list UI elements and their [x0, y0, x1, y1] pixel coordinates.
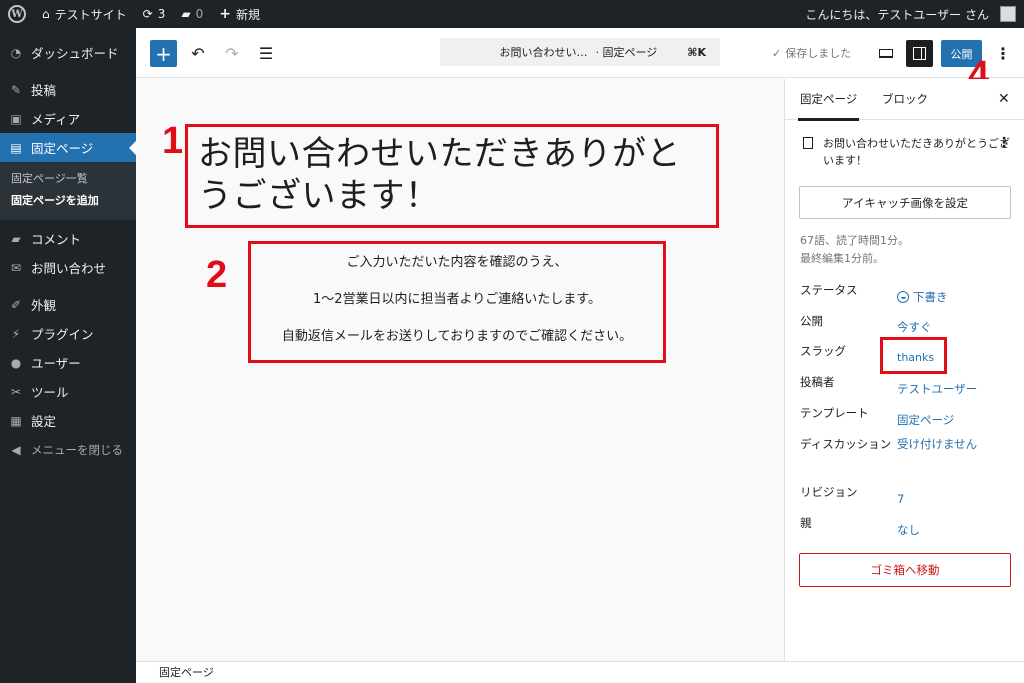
undo-icon: ↶ [191, 44, 205, 63]
sidebar-item-plugins[interactable]: ⚡ プラグイン [0, 319, 136, 348]
row-status: ステータス 下書き [800, 281, 1015, 312]
document-overview-button[interactable]: ☰ [254, 40, 278, 67]
breadcrumb[interactable]: 固定ページ [159, 666, 214, 679]
status-value-button[interactable]: 下書き [897, 281, 948, 312]
tab-page[interactable]: 固定ページ [797, 79, 860, 121]
preview-button[interactable] [874, 40, 898, 67]
paragraph-block[interactable]: ご入力いただいた内容を確認のうえ、 1〜2営業日以内に担当者よりご連絡いたします… [248, 241, 666, 363]
submenu-all-pages[interactable]: 固定ページ一覧 [0, 168, 136, 190]
plus-icon: + [219, 6, 231, 22]
close-panel-button[interactable]: ✕ [998, 79, 1010, 120]
wordpress-logo-button[interactable]: W [0, 0, 34, 28]
admin-bar: W ⌂ テストサイト ⟳ 3 ▰ 0 + 新規 こんにちは、テストユーザー さん [0, 0, 1024, 28]
vertical-ellipsis-icon: ⋮ [997, 135, 1011, 151]
options-menu-button[interactable]: ⋮ [994, 40, 1012, 67]
pages-submenu: 固定ページ一覧 固定ページを追加 [0, 162, 136, 220]
updates-link[interactable]: ⟳ 3 [135, 0, 174, 28]
new-content-link[interactable]: + 新規 [211, 0, 268, 28]
collapse-menu-button[interactable]: ◀ メニューを閉じる [0, 435, 136, 464]
wordpress-icon: W [8, 5, 26, 23]
document-card-title: お問い合わせいただきありがとうございます！ [823, 137, 1010, 167]
row-author: 投稿者 テストユーザー [800, 373, 1015, 404]
sidebar-item-comments[interactable]: ▰ コメント [0, 224, 136, 253]
my-account-link[interactable]: こんにちは、テストユーザー さん [797, 0, 1024, 28]
panel-tabs: 固定ページ ブロック ✕ [785, 79, 1024, 121]
move-to-trash-button[interactable]: ゴミ箱へ移動 [799, 553, 1011, 587]
check-icon: ✓ [772, 46, 782, 60]
template-button[interactable]: 固定ページ [897, 404, 954, 435]
sidebar-item-posts[interactable]: ✎ 投稿 [0, 75, 136, 104]
block-inserter-button[interactable]: + [150, 40, 177, 67]
sidebar-item-contact[interactable]: ✉ お問い合わせ [0, 253, 136, 282]
page-title-block[interactable]: お問い合わせいただきありがとうございます！ [185, 124, 719, 228]
plus-icon: + [155, 41, 172, 66]
document-settings-rows: ステータス 下書き 公開 今すぐ スラッグ thanks 投稿者 テストユーザー… [800, 281, 1015, 545]
laptop-icon [879, 49, 893, 58]
wrench-icon: ✂ [10, 384, 22, 399]
paragraph-line-2[interactable]: 1〜2営業日以内に担当者よりご連絡いたします。 [251, 290, 663, 327]
editor-toolbar: + ↶ ↷ ☰ お問い合わせい… · 固定ページ ⌘K ✓ 保存しました 公開 … [136, 28, 1024, 78]
vertical-ellipsis-icon: ⋮ [995, 44, 1011, 63]
document-meta: 67語、読了時間1分。 最終編集1分前。 [800, 234, 909, 265]
row-revisions: リビジョン 7 [800, 483, 1015, 514]
admin-sidebar: ◔ ダッシュボード ✎ 投稿 ▣ メディア ▤ 固定ページ 固定ページ一覧 固定… [0, 28, 136, 683]
paragraph-line-3[interactable]: 自動返信メールをお送りしておりますのでご確認ください。 [251, 327, 663, 364]
updates-icon: ⟳ [142, 7, 153, 21]
redo-button[interactable]: ↷ [220, 40, 244, 67]
list-view-icon: ☰ [258, 44, 274, 63]
sidebar-item-appearance[interactable]: ✐ 外観 [0, 290, 136, 319]
parent-button[interactable]: なし [897, 514, 920, 545]
close-icon: ✕ [998, 91, 1010, 107]
undo-button[interactable]: ↶ [186, 40, 210, 67]
discussion-button[interactable]: 受け付けません [897, 435, 977, 483]
sidebar-item-media[interactable]: ▣ メディア [0, 104, 136, 133]
row-parent: 親 なし [800, 514, 1015, 545]
plugin-icon: ⚡ [11, 326, 21, 341]
row-discussion: ディスカッション 受け付けません [800, 435, 1015, 483]
site-name-link[interactable]: ⌂ テストサイト [34, 0, 135, 28]
user-icon: ● [10, 355, 22, 370]
editor-footer: 固定ページ [136, 661, 1024, 683]
sidebar-item-settings[interactable]: ▦ 設定 [0, 406, 136, 435]
home-icon: ⌂ [42, 7, 50, 21]
sidebar-item-users[interactable]: ● ユーザー [0, 348, 136, 377]
comments-link[interactable]: ▰ 0 [173, 0, 211, 28]
settings-sidebar-toggle[interactable] [906, 40, 933, 67]
brush-icon: ✐ [10, 297, 22, 312]
saved-status: ✓ 保存しました [772, 46, 852, 61]
submenu-add-page[interactable]: 固定ページを追加 [0, 190, 136, 212]
document-actions-button[interactable]: ⋮ [997, 135, 1011, 151]
redo-icon: ↷ [225, 44, 239, 63]
sidebar-item-tools[interactable]: ✂ ツール [0, 377, 136, 406]
settings-icon: ▦ [10, 413, 22, 428]
sidebar-item-pages[interactable]: ▤ 固定ページ [0, 133, 136, 162]
page-title[interactable]: お問い合わせいただきありがとうございます！ [198, 133, 706, 217]
media-icon: ▣ [10, 111, 22, 126]
mail-icon: ✉ [10, 260, 22, 275]
set-featured-image-button[interactable]: アイキャッチ画像を設定 [799, 186, 1011, 219]
paragraph-line-1[interactable]: ご入力いただいた内容を確認のうえ、 [251, 253, 663, 290]
document-bar[interactable]: お問い合わせい… · 固定ページ ⌘K [440, 38, 720, 66]
avatar [1000, 6, 1016, 22]
annotation-marker-2: 2 [206, 254, 228, 296]
page-icon [803, 137, 813, 149]
sidebar-item-dashboard[interactable]: ◔ ダッシュボード [0, 38, 136, 67]
comment-icon: ▰ [181, 7, 191, 21]
author-button[interactable]: テストユーザー [897, 373, 977, 404]
document-card: お問い合わせいただきありがとうございます！ [803, 135, 1013, 169]
revisions-button[interactable]: 7 [897, 483, 904, 514]
annotation-marker-1: 1 [162, 120, 184, 162]
sidebar-panel-icon [913, 47, 926, 60]
dashboard-icon: ◔ [10, 45, 22, 60]
pages-icon: ▤ [10, 140, 22, 155]
comment-icon: ▰ [11, 231, 21, 246]
slug-highlight-box [880, 337, 947, 374]
row-template: テンプレート 固定ページ [800, 404, 1015, 435]
pin-icon: ✎ [10, 82, 22, 97]
tab-block[interactable]: ブロック [882, 79, 928, 120]
draft-status-icon [897, 290, 909, 303]
collapse-arrow-icon: ◀ [11, 442, 21, 457]
